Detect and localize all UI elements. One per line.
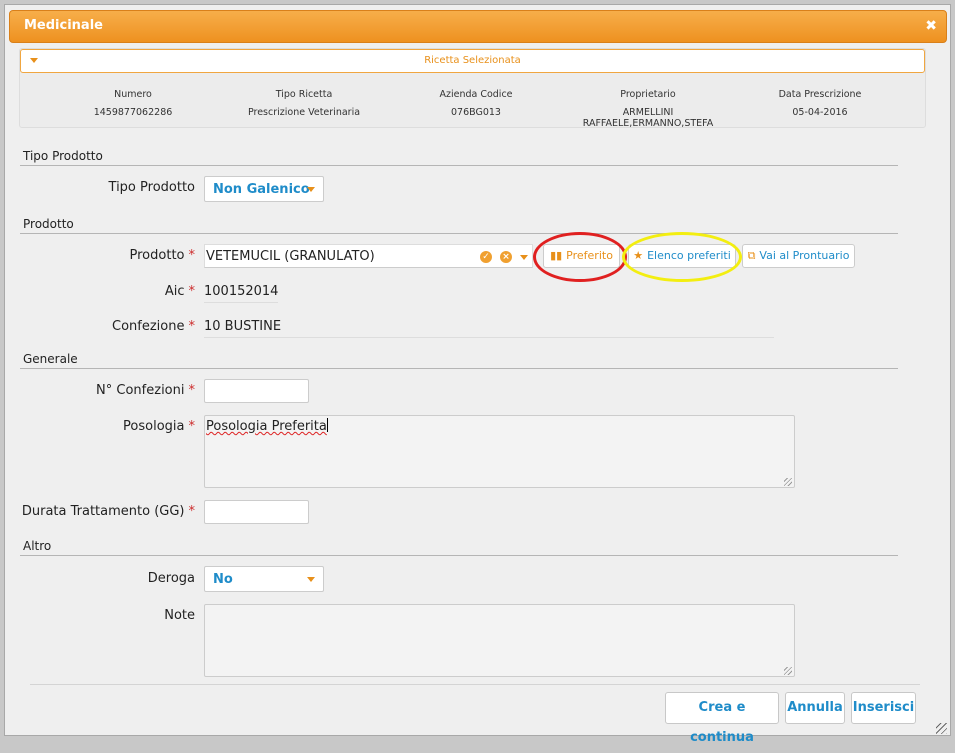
recipe-col-label: Azienda Codice [386,89,566,100]
prodotto-combobox[interactable]: VETEMUCIL (GRANULATO) ✓ × [204,244,533,268]
field-label-text: Durata Trattamento (GG) [22,504,185,519]
required-mark: * [189,284,196,299]
posologia-value: Posologia Preferita [206,419,327,434]
note-textarea[interactable] [204,604,795,677]
recipe-summary-panel: Ricetta Selezionata Numero 1459877062286… [19,48,926,128]
field-label-text: Confezione [112,319,184,334]
inserisci-button[interactable]: Inserisci [851,692,916,724]
aic-value: 100152014 [204,284,278,303]
section-prodotto: Prodotto [20,217,898,234]
recipe-col-azienda-codice: Azienda Codice 076BG013 [386,89,566,118]
recipe-col-label: Tipo Ricetta [214,89,394,100]
chevron-down-icon [307,577,315,582]
section-generale: Generale [20,352,898,369]
vai-prontuario-button-label: Vai al Prontuario [759,249,849,262]
deroga-select[interactable]: No [204,566,324,592]
recipe-col-tipo-ricetta: Tipo Ricetta Prescrizione Veterinaria [214,89,394,118]
recipe-summary-title: Ricetta Selezionata [21,55,924,66]
recipe-col-value: Prescrizione Veterinaria [214,107,394,118]
recipe-summary-header[interactable]: Ricetta Selezionata [20,49,925,73]
window-resize-icon[interactable] [936,723,947,734]
dialog-title: Medicinale [24,18,103,33]
crea-continua-button[interactable]: Crea e continua [665,692,779,724]
recipe-col-value: 1459877062286 [43,107,223,118]
recipe-col-label: Numero [43,89,223,100]
field-label-text: Posologia [123,419,184,434]
tipo-prodotto-label: Tipo Prodotto [0,180,195,195]
elenco-preferiti-button[interactable]: ★ Elenco preferiti [628,244,736,268]
required-mark: * [189,383,196,398]
elenco-preferiti-button-label: Elenco preferiti [647,249,731,262]
field-label-text: Prodotto [130,248,185,263]
close-icon[interactable]: ✖ [925,18,937,34]
durata-input[interactable] [204,500,309,524]
recipe-col-value: 05-04-2016 [730,107,910,118]
chevron-down-icon [307,187,315,192]
bookmark-icon: ▮▮ [550,245,562,267]
posologia-label: Posologia * [0,419,195,434]
field-label-text: Note [164,608,195,623]
text-cursor [327,418,328,432]
section-tipo-prodotto: Tipo Prodotto [20,149,898,166]
durata-label: Durata Trattamento (GG) * [0,504,195,519]
annulla-button[interactable]: Annulla [785,692,845,724]
field-label-text: Deroga [148,571,195,586]
tipo-prodotto-select[interactable]: Non Galenico [204,176,324,202]
required-mark: * [189,248,196,263]
dialog-titlebar[interactable]: Medicinale ✖ [9,10,947,43]
required-mark: * [189,319,196,334]
n-confezioni-input[interactable] [204,379,309,403]
tipo-prodotto-value: Non Galenico [213,182,310,197]
vai-prontuario-button[interactable]: ⧉Vai al Prontuario [742,244,855,268]
deroga-value: No [213,572,233,587]
n-confezioni-label: N° Confezioni * [0,383,195,398]
preferito-button-label: Preferito [566,249,613,262]
note-label: Note [0,608,195,623]
confezione-label: Confezione * [0,319,195,334]
resize-grip-icon[interactable] [784,667,792,675]
recipe-col-value: 076BG013 [386,107,566,118]
resize-grip-icon[interactable] [784,478,792,486]
section-altro: Altro [20,539,898,556]
prodotto-label: Prodotto * [0,248,195,263]
star-icon: ★ [633,245,643,267]
prodotto-value: VETEMUCIL (GRANULATO) [206,249,375,264]
footer-divider [30,684,920,685]
external-link-icon: ⧉ [748,245,756,267]
recipe-col-value: ARMELLINI RAFFAELE,ERMANNO,STEFA [558,107,738,129]
required-mark: * [189,504,196,519]
check-circle-icon[interactable]: ✓ [480,251,492,263]
chevron-down-icon[interactable] [520,255,528,260]
recipe-col-label: Proprietario [558,89,738,100]
confezione-value: 10 BUSTINE [204,319,774,338]
field-label-text: Tipo Prodotto [109,180,195,195]
clear-circle-icon[interactable]: × [500,251,512,263]
deroga-label: Deroga [0,571,195,586]
posologia-textarea[interactable]: Posologia Preferita [204,415,795,488]
required-mark: * [189,419,196,434]
recipe-col-label: Data Prescrizione [730,89,910,100]
preferito-button[interactable]: ▮▮ Preferito [543,244,620,268]
aic-label: Aic * [0,284,195,299]
recipe-col-data-prescrizione: Data Prescrizione 05-04-2016 [730,89,910,118]
recipe-col-numero: Numero 1459877062286 [43,89,223,118]
recipe-col-proprietario: Proprietario ARMELLINI RAFFAELE,ERMANNO,… [558,89,738,129]
field-label-text: Aic [165,284,185,299]
field-label-text: N° Confezioni [96,383,184,398]
